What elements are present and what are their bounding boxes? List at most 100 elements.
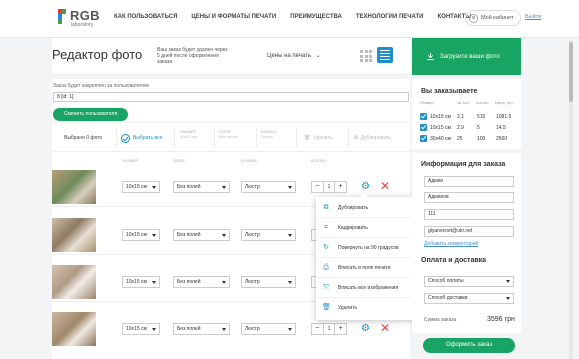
- menu-item-delete[interactable]: 🗑 Удалить: [316, 298, 414, 318]
- nav-prices[interactable]: ЦЕНЫ И ФОРМАТЫ ПЕЧАТИ: [191, 14, 276, 20]
- chevron-down-icon: ⌄: [315, 53, 321, 59]
- close-icon[interactable]: ✕: [380, 179, 390, 193]
- close-icon[interactable]: ✕: [380, 321, 390, 335]
- line-price: 1081.5: [496, 114, 512, 120]
- fields-select[interactable]: Без полей: [173, 276, 230, 288]
- bulk-delete-button[interactable]: 🗑 Удалить: [304, 123, 332, 153]
- bulk-duplicate-button[interactable]: ⧉ Дублировать: [354, 123, 391, 153]
- logout-link[interactable]: Выйти: [525, 14, 541, 20]
- upload-photos-button[interactable]: Загрузите ваши фото: [412, 38, 521, 75]
- select-all-button[interactable]: Выбрать все: [121, 123, 162, 153]
- trash-icon: 🗑: [304, 135, 311, 141]
- toolbar-divider: [214, 128, 215, 148]
- bulk-size-select[interactable]: РАЗМЕР 10x15 см: [180, 129, 197, 139]
- assign-user-label: Заказ будет закреплен за пользователем: [53, 83, 149, 89]
- paper-select[interactable]: Люстр: [241, 229, 296, 241]
- photo-thumbnail[interactable]: [52, 265, 96, 299]
- gear-icon[interactable]: ⚙: [361, 323, 370, 335]
- head-size: Размер: [420, 100, 434, 105]
- decrement-button[interactable]: −: [312, 324, 323, 334]
- menu-item-label: Повернуть на 90 градусов: [338, 244, 399, 251]
- nav-technologies[interactable]: ТЕХНОЛОГИИ ПЕЧАТИ: [356, 14, 424, 20]
- toolbar-divider: [348, 128, 349, 148]
- select-all-label: Выбрать все: [133, 135, 163, 141]
- menu-item-fit-all[interactable]: ⤧ Вписать все изображения: [316, 278, 414, 298]
- size-select[interactable]: 10x15 см: [122, 276, 160, 288]
- first-name-field[interactable]: Админ: [424, 176, 514, 187]
- logo-mark-icon: [58, 9, 66, 24]
- toolbar-divider: [174, 128, 175, 148]
- menu-item-duplicate[interactable]: ⧉ Дублировать: [316, 198, 414, 218]
- scrollbar-thumb[interactable]: [569, 42, 573, 102]
- gear-icon[interactable]: ⚙: [361, 181, 370, 193]
- assigned-user-field[interactable]: 8 [id: 1]: [53, 92, 409, 102]
- my-cabinet-button[interactable]: Мой кабинет: [465, 10, 521, 26]
- size-select[interactable]: 10x15 см: [122, 181, 160, 193]
- email-field[interactable]: glyanecnet@ukr.net: [424, 226, 514, 237]
- toolbar-divider: [116, 128, 117, 148]
- delivery-method-select[interactable]: Способ доставки: [424, 293, 514, 304]
- photo-thumbnail[interactable]: [52, 218, 96, 252]
- menu-item-crop[interactable]: ⌗ Кадрировать: [316, 218, 414, 238]
- upload-photos-label: Загрузите ваши фото: [440, 53, 500, 60]
- last-name-field[interactable]: Админов: [424, 192, 514, 203]
- column-size: РАЗМЕР: [122, 158, 139, 163]
- decrement-button[interactable]: −: [312, 182, 323, 192]
- payment-method-select[interactable]: Способ оплаты: [424, 276, 514, 287]
- bulk-paper-value: Люстр: [261, 134, 273, 139]
- increment-button[interactable]: +: [335, 324, 346, 334]
- toolbar-divider: [256, 128, 257, 148]
- logo[interactable]: RGB laboratory: [58, 7, 103, 31]
- line-qty: 5: [477, 125, 480, 131]
- rotate-icon: ↻: [323, 243, 329, 251]
- logo-text: RGB: [70, 8, 100, 23]
- bulk-fields-select[interactable]: ПОЛЯ Без полей: [219, 129, 238, 139]
- fields-select[interactable]: Без полей: [173, 181, 230, 193]
- selected-count-label: Выбрано 0 фото: [64, 135, 103, 141]
- paper-select[interactable]: Люстр: [241, 181, 296, 193]
- order-summary-title: Вы заказываете: [421, 88, 478, 95]
- checkbox-checked-icon[interactable]: [420, 135, 427, 142]
- copy-icon: ⧉: [354, 135, 358, 141]
- line-price: 2500: [496, 136, 508, 142]
- add-comment-link[interactable]: Добавить комментарий: [424, 241, 478, 247]
- my-cabinet-label: Мой кабинет: [481, 15, 514, 21]
- size-select[interactable]: 10x15 см: [122, 229, 160, 241]
- logo-subtitle: laboratory: [71, 22, 94, 28]
- nav-how-to-use[interactable]: КАК ПОЛЬЗОВАТЬСЯ: [114, 14, 177, 20]
- toolbar-divider: [296, 128, 297, 148]
- grid-view-icon[interactable]: [358, 48, 372, 62]
- photo-thumbnail[interactable]: [52, 170, 96, 204]
- change-user-button[interactable]: Сменить пользователя: [53, 108, 128, 121]
- menu-item-rotate[interactable]: ↻ Повернуть на 90 градусов: [316, 238, 414, 258]
- size-select[interactable]: 10x15 см: [122, 323, 160, 335]
- paper-select[interactable]: Люстр: [241, 323, 296, 335]
- photo-thumbnail[interactable]: [52, 312, 96, 346]
- increment-button[interactable]: +: [335, 182, 346, 192]
- order-summary-card: Вы заказываете Размер за 1шт Кол-во Цена…: [412, 79, 521, 149]
- bulk-size-value: 10x15 см: [180, 134, 197, 139]
- print-prices-dropdown[interactable]: Цены на печать ⌄: [267, 52, 321, 59]
- paper-select[interactable]: Люстр: [241, 276, 296, 288]
- nav-advantages[interactable]: ПРЕИМУЩЕСТВА: [290, 14, 342, 20]
- line-price: 14.5: [496, 125, 506, 131]
- bulk-paper-select[interactable]: БУМАГА Люстр: [261, 129, 277, 139]
- print-prices-label: Цены на печать: [267, 53, 311, 59]
- bulk-toolbar: Выбрано 0 фото Выбрать все РАЗМЕР 10x15 …: [52, 122, 410, 152]
- quantity-value[interactable]: 1: [322, 182, 336, 192]
- checkbox-checked-icon[interactable]: [420, 124, 427, 131]
- quantity-stepper: − 1 +: [311, 323, 347, 335]
- menu-item-fit-print[interactable]: ⎙ Вписать в поле печати: [316, 258, 414, 278]
- fields-select[interactable]: Без полей: [173, 323, 230, 335]
- order-line: 10x15 см 2.9 5 14.5: [420, 124, 517, 133]
- head-qty: Кол-во: [476, 100, 489, 105]
- page-scrollbar[interactable]: [569, 40, 573, 359]
- fields-select[interactable]: Без полей: [173, 229, 230, 241]
- list-view-icon[interactable]: [377, 47, 393, 63]
- menu-item-label: Вписать в поле печати: [338, 264, 391, 271]
- checkout-button[interactable]: Оформить заказ: [423, 338, 515, 353]
- checkbox-checked-icon[interactable]: [420, 113, 427, 120]
- menu-item-label: Дублировать: [338, 204, 369, 211]
- phone-field[interactable]: 111: [424, 209, 514, 220]
- quantity-value[interactable]: 1: [322, 324, 336, 334]
